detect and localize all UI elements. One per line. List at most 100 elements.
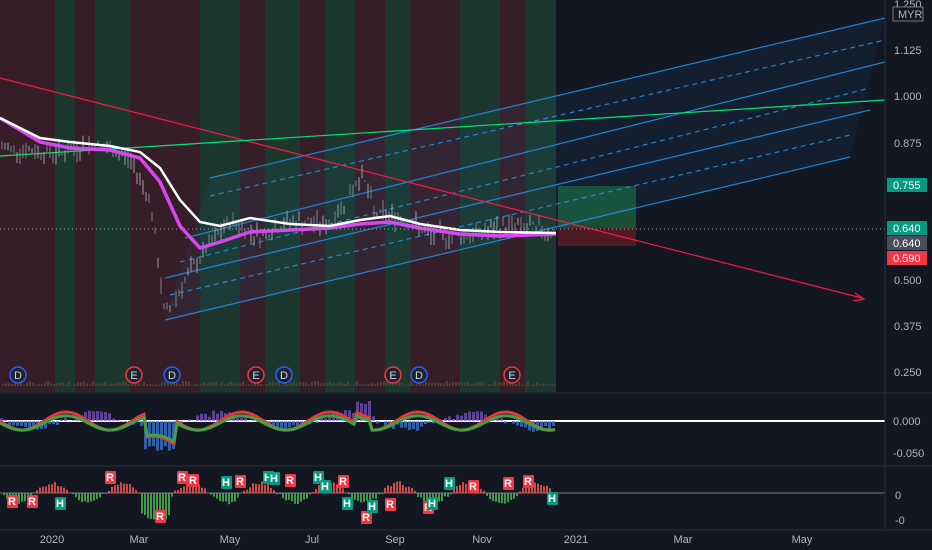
volume-bar [413, 384, 415, 386]
osc2-hist [444, 493, 446, 497]
price-tick: 1.000 [894, 91, 922, 103]
osc2-hist [114, 485, 116, 493]
osc2-hist [51, 484, 53, 493]
volume-bar [551, 383, 553, 386]
volume-bar [29, 381, 31, 386]
osc2-hist [18, 493, 20, 504]
osc1-hist [424, 421, 427, 425]
osc1-hist [140, 421, 143, 427]
volume-bar [197, 384, 199, 386]
osc1-hist [452, 418, 455, 421]
osc2-hist [246, 489, 248, 493]
volume-bar [230, 381, 232, 386]
volume-bar [86, 383, 88, 386]
osc2-hist [291, 493, 293, 502]
chart-canvas[interactable]: DEDEDEDE RRHRRRRHRHHRHHRHRHRRHHRRRH 1.25… [0, 0, 932, 550]
osc2-hist [546, 485, 548, 493]
osc1-hist [376, 421, 379, 424]
osc1-hist [448, 416, 451, 421]
osc2-hist [534, 482, 536, 493]
volume-bar [545, 384, 547, 386]
volume-bar [347, 381, 349, 386]
volume-bar [209, 382, 211, 386]
volume-bar [227, 382, 229, 386]
volume-bar [248, 384, 250, 386]
volume-bar [497, 382, 499, 386]
osc1-hist [416, 421, 419, 431]
osc2-hist [120, 482, 122, 493]
volume-bar [35, 384, 37, 386]
osc1-hist [552, 421, 555, 426]
osc1-hist [24, 421, 27, 427]
volume-bar [152, 384, 154, 386]
osc2-hist [447, 493, 449, 497]
osc2-hist [45, 486, 47, 493]
volume-bar [461, 381, 463, 386]
osc2-hist [285, 493, 287, 501]
volume-bar [530, 384, 532, 386]
osc2-hist [75, 493, 77, 498]
volume-bar [125, 381, 127, 386]
osc1-hist [196, 415, 199, 421]
volume-bar [50, 383, 52, 386]
osc2-hist [510, 493, 512, 500]
osc2-hist [513, 493, 515, 499]
osc1-hist [16, 421, 19, 426]
volume-bar [68, 381, 70, 386]
volume-bar [407, 384, 409, 386]
osc2-hist [501, 493, 503, 504]
osc2-hist [498, 493, 500, 503]
osc2-hist [72, 493, 74, 495]
x-tick: Nov [472, 534, 492, 546]
volume-bar [506, 382, 508, 386]
osc1-hist [412, 421, 415, 429]
osc2-hist [99, 493, 101, 498]
osc1-hist [200, 413, 203, 421]
volume-bar [356, 381, 358, 386]
volume-bar [368, 384, 370, 386]
volume-bar [437, 382, 439, 386]
volume-bar [317, 381, 319, 386]
osc2-hist [126, 484, 128, 493]
osc2-hist [267, 483, 269, 493]
osc-marker-label: H [321, 481, 329, 493]
osc2-hist [216, 493, 218, 499]
volume-bar [194, 384, 196, 386]
osc2-hist [516, 493, 518, 497]
osc2-hist [78, 493, 80, 501]
price-tick: 0.500 [894, 275, 922, 287]
volume-bar [455, 381, 457, 386]
osc2-hist [135, 490, 137, 493]
osc2-hist [222, 493, 224, 502]
osc2-hist [183, 486, 185, 493]
osc2-hist [66, 489, 68, 493]
volume-bar [89, 384, 91, 386]
osc1-hist [244, 417, 247, 421]
osc2-hist [459, 484, 461, 493]
osc-marker-label: R [524, 476, 532, 488]
osc1-hist [480, 411, 483, 421]
volume-bar [242, 381, 244, 386]
osc2-hist [258, 484, 260, 493]
volume-bar [548, 384, 550, 386]
osc2-hist [408, 486, 410, 493]
volume-bar [410, 381, 412, 386]
osc2-hist [243, 490, 245, 493]
volume-bar [398, 382, 400, 386]
osc1-hist [100, 411, 103, 421]
osc1-hist [444, 417, 447, 421]
volume-bar [116, 383, 118, 386]
osc2-hist [276, 493, 278, 495]
osc2-hist [147, 493, 149, 519]
volume-bar [488, 384, 490, 386]
osc1-hist [500, 418, 503, 421]
band-bear [75, 0, 95, 392]
osc1-hist [428, 421, 431, 423]
volume-bar [122, 381, 124, 386]
volume-bar [476, 382, 478, 386]
volume-bar [281, 384, 283, 386]
osc1-hist [168, 421, 171, 451]
volume-bar [290, 382, 292, 386]
volume-bar [554, 384, 556, 386]
volume-bar [539, 383, 541, 386]
